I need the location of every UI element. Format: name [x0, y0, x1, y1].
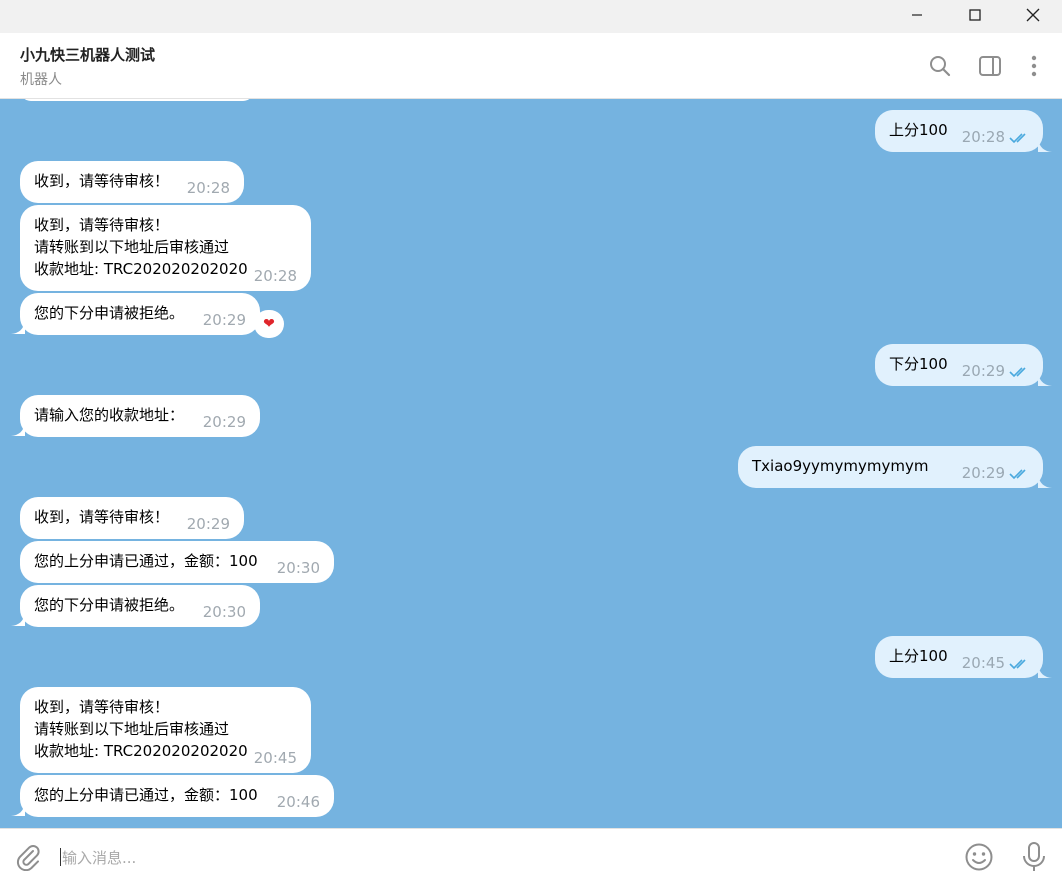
double-check-icon: [1009, 469, 1026, 480]
message-time: 20:28: [253, 267, 297, 285]
message-text: Txiao9yymymymymym: [752, 457, 929, 475]
outgoing-message[interactable]: 下分100 20:29: [875, 344, 1043, 386]
message-composer: [0, 828, 1062, 882]
message-time: 20:28: [961, 128, 1005, 146]
message-time: 20:45: [961, 654, 1005, 672]
bubble-tail: [1038, 139, 1052, 152]
attach-button[interactable]: [14, 843, 42, 872]
message-text: 上分100: [889, 647, 948, 665]
previous-message-bubble: [20, 99, 254, 101]
message-time: 20:29: [202, 413, 246, 431]
chat-subtitle: 机器人: [20, 72, 62, 88]
incoming-message[interactable]: 收到，请等待审核！ 请转账到以下地址后审核通过 收款地址: TRC2020202…: [20, 687, 311, 773]
more-vertical-icon: [1031, 55, 1037, 77]
incoming-message[interactable]: 您的上分申请已通过，金额：100 20:46: [20, 775, 334, 817]
sidebar-toggle-button[interactable]: [977, 53, 1003, 79]
bubble-tail: [1038, 373, 1052, 386]
text-cursor: [60, 848, 61, 866]
search-icon: [930, 56, 951, 77]
sidebar-toggle-icon: [979, 56, 1001, 76]
bubble-tail: [11, 321, 25, 334]
outgoing-message[interactable]: 上分100 20:45: [875, 636, 1043, 678]
minimize-button[interactable]: [888, 0, 946, 30]
message-time: 20:30: [276, 559, 320, 577]
incoming-message[interactable]: 收到，请等待审核！ 20:29: [20, 497, 244, 539]
close-icon: [1026, 8, 1040, 22]
message-text: 收到，请等待审核！: [34, 508, 170, 526]
close-window-button[interactable]: [1004, 0, 1062, 30]
message-text: 您的上分申请已通过，金额：100: [34, 552, 258, 570]
minimize-icon: [912, 14, 922, 16]
message-time: 20:29: [961, 362, 1005, 380]
microphone-icon: [1023, 842, 1045, 871]
maximize-button[interactable]: [946, 0, 1004, 30]
bubble-tail: [1038, 475, 1052, 488]
incoming-message[interactable]: 收到，请等待审核！ 请转账到以下地址后审核通过 收款地址: TRC2020202…: [20, 205, 311, 291]
chat-title[interactable]: 小九快三机器人测试: [20, 44, 155, 65]
more-menu-button[interactable]: [1021, 53, 1047, 79]
outgoing-message[interactable]: Txiao9yymymymymym 20:29: [738, 446, 1043, 488]
double-check-icon: [1009, 367, 1026, 378]
incoming-message[interactable]: 您的下分申请被拒绝。 20:30: [20, 585, 260, 627]
message-time: 20:29: [961, 464, 1005, 482]
message-time: 20:45: [253, 749, 297, 767]
search-button[interactable]: [927, 53, 953, 79]
message-text: 您的上分申请已通过，金额：100: [34, 786, 258, 804]
message-time: 20:29: [202, 311, 246, 329]
message-text: 您的下分申请被拒绝。: [34, 304, 185, 322]
incoming-message[interactable]: 您的上分申请已通过，金额：100 20:30: [20, 541, 334, 583]
double-check-icon: [1009, 659, 1026, 670]
message-input[interactable]: [62, 847, 912, 869]
incoming-message[interactable]: 您的下分申请被拒绝。 20:29: [20, 293, 260, 335]
incoming-message[interactable]: 请输入您的收款地址： 20:29: [20, 395, 260, 437]
emoji-button[interactable]: [964, 842, 994, 872]
message-time: 20:46: [276, 793, 320, 811]
message-text: 收到，请等待审核！ 请转账到以下地址后审核通过 收款地址: TRC2020202…: [34, 698, 248, 760]
message-time: 20:29: [186, 515, 230, 533]
emoji-icon: [965, 843, 993, 871]
message-text: 请输入您的收款地址：: [34, 406, 185, 424]
message-time: 20:30: [202, 603, 246, 621]
message-time: 20:28: [186, 179, 230, 197]
outgoing-message[interactable]: 上分100 20:28: [875, 110, 1043, 152]
bubble-tail: [11, 613, 25, 626]
message-text: 收到，请等待审核！ 请转账到以下地址后审核通过 收款地址: TRC2020202…: [34, 216, 248, 278]
bubble-tail: [11, 423, 25, 436]
maximize-icon: [969, 9, 981, 21]
window-titlebar: [0, 0, 1062, 33]
bubble-tail: [1038, 665, 1052, 678]
message-text: 上分100: [889, 121, 948, 139]
heart-reaction[interactable]: ❤: [254, 310, 284, 338]
double-check-icon: [1009, 133, 1026, 144]
incoming-message[interactable]: 收到，请等待审核！ 20:28: [20, 161, 244, 203]
bubble-tail: [11, 803, 25, 816]
message-text: 收到，请等待审核！: [34, 172, 170, 190]
message-list[interactable]: 上分100 20:28 收到，请等待审核！ 20:28 收到，请等待审核！ 请转…: [0, 99, 1062, 828]
message-text: 您的下分申请被拒绝。: [34, 596, 185, 614]
message-text: 下分100: [889, 355, 948, 373]
voice-record-button[interactable]: [1020, 841, 1048, 873]
attach-icon: [16, 845, 40, 872]
chat-header: 小九快三机器人测试 机器人: [0, 33, 1062, 99]
